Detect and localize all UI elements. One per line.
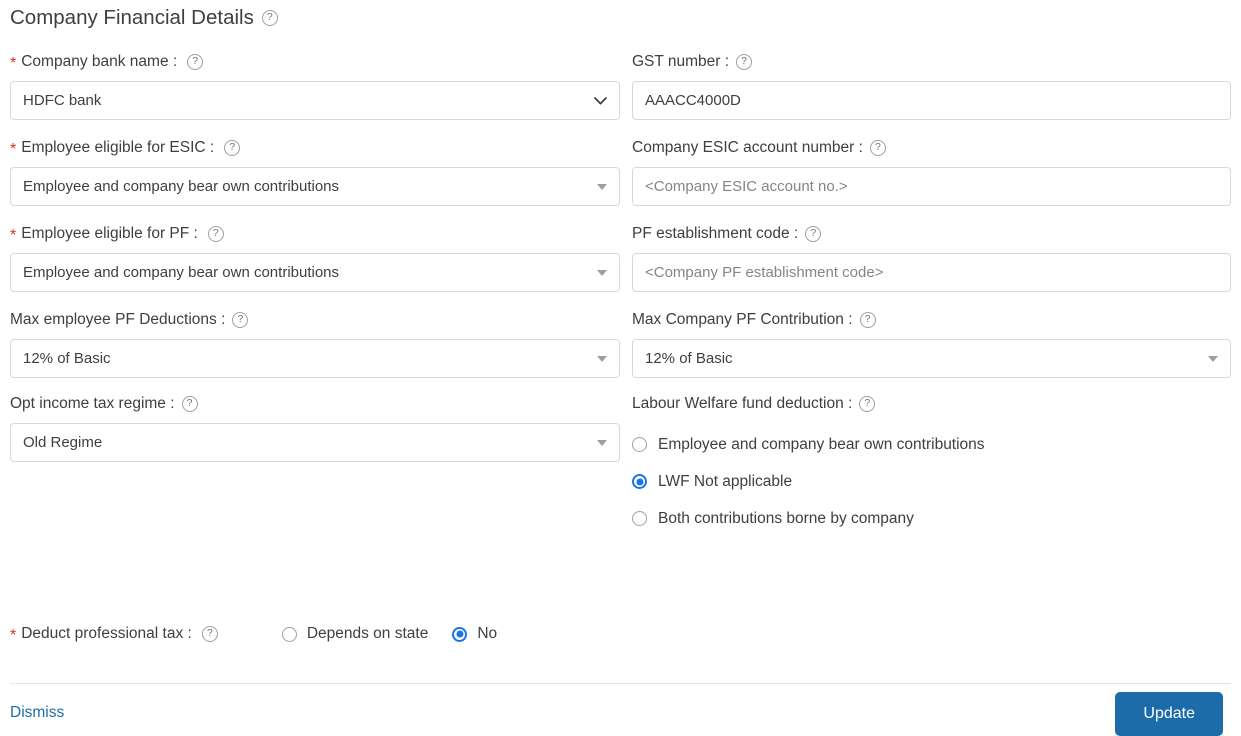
max-company-pf-contribution-dropdown[interactable]: 12% of Basic: [632, 339, 1231, 378]
help-circle-icon-section[interactable]: ?: [261, 10, 278, 26]
label-employee-eligible-esic: * Employee eligible for ESIC : ?: [10, 138, 620, 158]
footer: Dismiss Update: [10, 692, 1231, 736]
max-employee-pf-deductions-dropdown[interactable]: 12% of Basic: [10, 339, 620, 378]
label-max-employee-pf-deductions: Max employee PF Deductions : ?: [10, 310, 620, 330]
company-bank-name-select-wrap: HDFC bank: [10, 81, 620, 120]
required-asterisk: *: [10, 627, 17, 644]
help-circle-icon-opt-income-tax-regime[interactable]: ?: [181, 396, 198, 412]
page-title: Company Financial Details ?: [10, 0, 1231, 34]
radio-icon-depends-on-state[interactable]: [281, 626, 297, 642]
radio-icon-no[interactable]: [452, 626, 468, 642]
field-deduct-professional-tax: * Deduct professional tax : ? Depends on…: [10, 624, 497, 644]
company-bank-name-select[interactable]: HDFC bank: [10, 81, 620, 120]
deduct-professional-tax-radio-group: Depends on state No: [281, 625, 497, 643]
radio-label[interactable]: Both contributions borne by company: [658, 510, 914, 528]
help-circle-icon-gst-number[interactable]: ?: [736, 54, 753, 70]
field-employee-eligible-esic: * Employee eligible for ESIC : ? Employe…: [10, 138, 620, 206]
field-company-esic-account-number: Company ESIC account number : ?: [632, 138, 1231, 206]
employee-eligible-pf-dropdown[interactable]: Employee and company bear own contributi…: [10, 253, 620, 292]
field-company-bank-name: * Company bank name : ? HDFC bank: [10, 52, 620, 120]
label-deduct-professional-tax: * Deduct professional tax : ?: [10, 624, 218, 644]
field-max-company-pf-contribution: Max Company PF Contribution : ? 12% of B…: [632, 310, 1231, 378]
radio-option-lwf-not-applicable[interactable]: LWF Not applicable: [632, 463, 1231, 500]
opt-income-tax-regime-value: Old Regime: [23, 434, 103, 451]
field-gst-number: GST number : ?: [632, 52, 1231, 120]
label-text: Company bank name :: [21, 53, 178, 70]
help-circle-icon-company-esic-account-number[interactable]: ?: [869, 140, 886, 156]
label-labour-welfare-fund-deduction: Labour Welfare fund deduction : ?: [632, 394, 1231, 414]
caret-down-icon: [597, 269, 607, 276]
radio-label-depends-on-state[interactable]: Depends on state: [307, 625, 429, 643]
radio-icon[interactable]: [632, 511, 647, 526]
caret-down-icon: [597, 183, 607, 190]
label-text: Max Company PF Contribution :: [632, 311, 853, 328]
radio-label[interactable]: Employee and company bear own contributi…: [658, 436, 985, 454]
employee-eligible-esic-dropdown[interactable]: Employee and company bear own contributi…: [10, 167, 620, 206]
help-circle-icon-max-employee-pf-deductions[interactable]: ?: [232, 312, 249, 328]
label-text: GST number :: [632, 53, 730, 70]
help-circle-icon-deduct-professional-tax[interactable]: ?: [201, 626, 218, 642]
label-pf-establishment-code: PF establishment code : ?: [632, 224, 1231, 244]
label-text: Opt income tax regime :: [10, 395, 175, 412]
help-circle-icon-max-company-pf-contribution[interactable]: ?: [859, 312, 876, 328]
required-asterisk: *: [10, 227, 17, 244]
footer-divider: [10, 683, 1231, 684]
help-circle-icon-pf-establishment-code[interactable]: ?: [805, 226, 822, 242]
field-labour-welfare-fund-deduction: Labour Welfare fund deduction : ? Employ…: [632, 394, 1231, 537]
form-grid: * Company bank name : ? HDFC bank GST nu…: [10, 34, 1231, 537]
field-pf-establishment-code: PF establishment code : ?: [632, 224, 1231, 292]
field-opt-income-tax-regime: Opt income tax regime : ? Old Regime: [10, 394, 620, 537]
dismiss-link[interactable]: Dismiss: [10, 692, 64, 722]
label-text: PF establishment code :: [632, 225, 799, 242]
opt-income-tax-regime-dropdown[interactable]: Old Regime: [10, 423, 620, 462]
radio-icon[interactable]: [632, 474, 647, 489]
caret-down-icon: [597, 355, 607, 362]
label-text: Labour Welfare fund deduction :: [632, 395, 853, 412]
label-opt-income-tax-regime: Opt income tax regime : ?: [10, 394, 620, 414]
help-circle-icon-employee-eligible-esic[interactable]: ?: [224, 140, 241, 156]
employee-eligible-pf-value: Employee and company bear own contributi…: [23, 264, 340, 281]
label-text: Employee eligible for PF :: [21, 225, 198, 242]
field-employee-eligible-pf: * Employee eligible for PF : ? Employee …: [10, 224, 620, 292]
radio-label-no[interactable]: No: [477, 625, 497, 643]
update-button[interactable]: Update: [1115, 692, 1223, 736]
radio-icon[interactable]: [632, 437, 647, 452]
radio-label[interactable]: LWF Not applicable: [658, 473, 792, 491]
required-asterisk: *: [10, 141, 17, 158]
label-employee-eligible-pf: * Employee eligible for PF : ?: [10, 224, 620, 244]
company-financial-details-page: Company Financial Details ? * Company ba…: [0, 0, 1241, 736]
employee-eligible-esic-value: Employee and company bear own contributi…: [23, 178, 340, 195]
pf-establishment-code-input[interactable]: [632, 253, 1231, 292]
help-circle-icon-employee-eligible-pf[interactable]: ?: [207, 226, 224, 242]
gst-number-input[interactable]: [632, 81, 1231, 120]
field-max-employee-pf-deductions: Max employee PF Deductions : ? 12% of Ba…: [10, 310, 620, 378]
labour-welfare-fund-radio-group: Employee and company bear own contributi…: [632, 426, 1231, 537]
label-company-bank-name: * Company bank name : ?: [10, 52, 620, 72]
label-text: Company ESIC account number :: [632, 139, 863, 156]
caret-down-icon: [1208, 355, 1218, 362]
label-gst-number: GST number : ?: [632, 52, 1231, 72]
max-company-pf-contribution-value: 12% of Basic: [645, 350, 733, 367]
help-circle-icon-labour-welfare-fund-deduction[interactable]: ?: [859, 396, 876, 412]
label-company-esic-account-number: Company ESIC account number : ?: [632, 138, 1231, 158]
page-title-text: Company Financial Details: [10, 6, 254, 29]
company-esic-account-number-input[interactable]: [632, 167, 1231, 206]
caret-down-icon: [597, 439, 607, 446]
radio-option-lwf-company-borne[interactable]: Both contributions borne by company: [632, 500, 1231, 537]
radio-option-lwf-own-contributions[interactable]: Employee and company bear own contributi…: [632, 426, 1231, 463]
required-asterisk: *: [10, 55, 17, 72]
label-max-company-pf-contribution: Max Company PF Contribution : ?: [632, 310, 1231, 330]
label-text: Max employee PF Deductions :: [10, 311, 226, 328]
label-text: Deduct professional tax :: [21, 625, 192, 642]
help-circle-icon-company-bank-name[interactable]: ?: [187, 54, 204, 70]
max-employee-pf-deductions-value: 12% of Basic: [23, 350, 111, 367]
label-text: Employee eligible for ESIC :: [21, 139, 215, 156]
